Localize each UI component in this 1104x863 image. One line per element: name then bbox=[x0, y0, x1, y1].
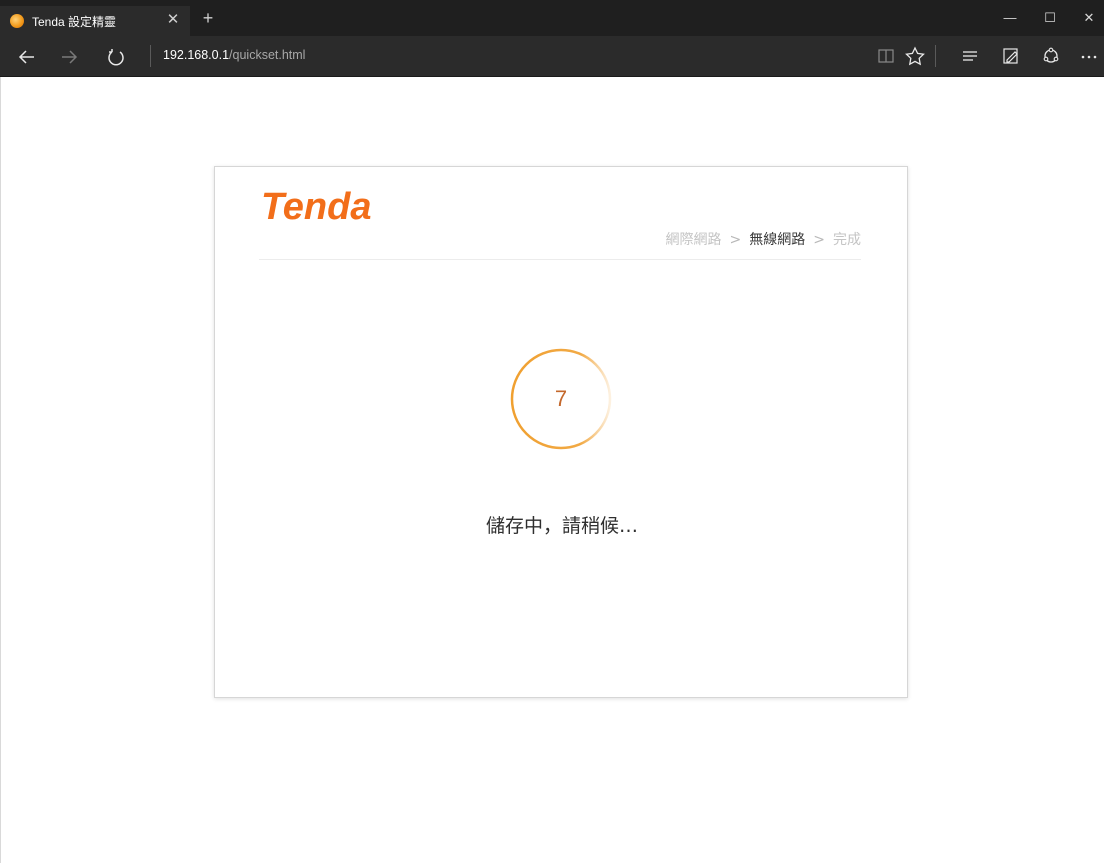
share-button[interactable] bbox=[1038, 44, 1064, 68]
tab-bar: Tenda 設定精靈 ✕ + — ☐ ✕ bbox=[0, 0, 1104, 36]
more-button[interactable] bbox=[1076, 44, 1102, 68]
tenda-logo: Tenda bbox=[261, 186, 372, 227]
share-icon bbox=[1043, 47, 1059, 63]
navigation-bar: 192.168.0.1/quickset.html bbox=[0, 36, 1104, 77]
step-complete: 完成 bbox=[833, 232, 861, 248]
minimize-button[interactable]: — bbox=[995, 6, 1025, 30]
wizard-card: Tenda 網際網路 > 無線網路 > 完成 7 儲存中，請稍候… bbox=[214, 166, 908, 698]
book-icon bbox=[878, 49, 894, 63]
logo-text: Tenda bbox=[261, 186, 372, 227]
wizard-steps: 網際網路 > 無線網路 > 完成 bbox=[666, 229, 861, 249]
address-field[interactable]: 192.168.0.1/quickset.html bbox=[163, 48, 305, 62]
saving-status-text: 儲存中，請稍候… bbox=[485, 515, 638, 537]
browser-tab[interactable]: Tenda 設定精靈 ✕ bbox=[0, 6, 190, 36]
step-separator: > bbox=[813, 232, 825, 248]
back-button[interactable] bbox=[14, 45, 40, 69]
refresh-button[interactable] bbox=[103, 45, 129, 69]
forward-button[interactable] bbox=[56, 45, 82, 69]
arrow-right-icon bbox=[62, 50, 78, 64]
toolbar-separator bbox=[935, 45, 936, 67]
reading-view-button[interactable] bbox=[873, 44, 899, 68]
countdown-number: 7 bbox=[554, 386, 568, 411]
web-page: Tenda 網際網路 > 無線網路 > 完成 7 儲存中，請稍候… bbox=[0, 77, 1104, 863]
hub-icon bbox=[963, 51, 977, 61]
tenda-favicon-icon bbox=[10, 14, 24, 28]
new-tab-button[interactable]: + bbox=[198, 8, 218, 28]
close-tab-icon[interactable]: ✕ bbox=[164, 11, 182, 29]
favorite-button[interactable] bbox=[902, 44, 928, 68]
address-path: /quickset.html bbox=[229, 48, 306, 62]
hub-button[interactable] bbox=[957, 44, 983, 68]
pen-icon bbox=[1003, 48, 1018, 64]
star-icon bbox=[905, 46, 925, 66]
close-window-button[interactable]: ✕ bbox=[1074, 6, 1104, 30]
step-wireless: 無線網路 bbox=[749, 232, 806, 248]
address-separator bbox=[150, 45, 151, 67]
header-divider bbox=[259, 259, 861, 260]
step-separator: > bbox=[729, 232, 742, 248]
more-icon bbox=[1081, 55, 1097, 59]
step-internet: 網際網路 bbox=[665, 232, 722, 248]
maximize-button[interactable]: ☐ bbox=[1035, 6, 1065, 30]
address-host: 192.168.0.1 bbox=[163, 48, 230, 62]
arrow-left-icon bbox=[18, 50, 34, 64]
web-note-button[interactable] bbox=[998, 44, 1024, 68]
refresh-icon bbox=[108, 49, 124, 66]
